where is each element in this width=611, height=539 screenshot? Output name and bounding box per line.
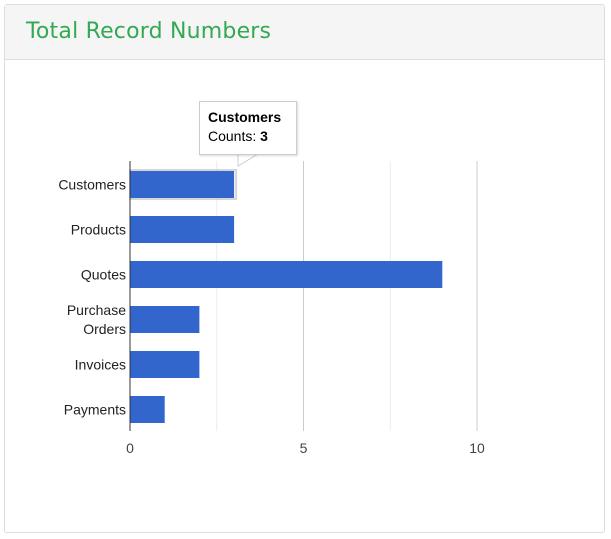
category-label-quotes: Quotes [81, 267, 126, 283]
x-tick-label: 0 [126, 440, 134, 456]
tooltip-pointer [237, 153, 260, 167]
category-label-invoices: Invoices [75, 357, 126, 373]
bar-payments [130, 396, 165, 423]
bar-products [130, 216, 235, 243]
chart-tooltip: Customers Counts: 3 [199, 101, 297, 155]
category-label-purchase-orders: Purchase Orders [67, 302, 126, 337]
bar-invoices [130, 351, 200, 378]
tooltip-title: Customers [208, 109, 282, 125]
bar-quotes [130, 261, 443, 288]
category-label-payments: Payments [64, 402, 126, 418]
tooltip-label: Counts: [208, 128, 257, 144]
category-label-products: Products [71, 222, 126, 238]
bar-customers [130, 171, 235, 198]
x-tick-label: 5 [300, 440, 308, 456]
x-tick-label: 10 [469, 440, 485, 456]
bar-chart: Customers Products Quotes Purchase Orders Inv… [58, 153, 485, 456]
bar-purchase-orders [130, 306, 200, 333]
tooltip-value: 3 [260, 128, 268, 144]
category-label-customers: Customers [58, 177, 126, 193]
